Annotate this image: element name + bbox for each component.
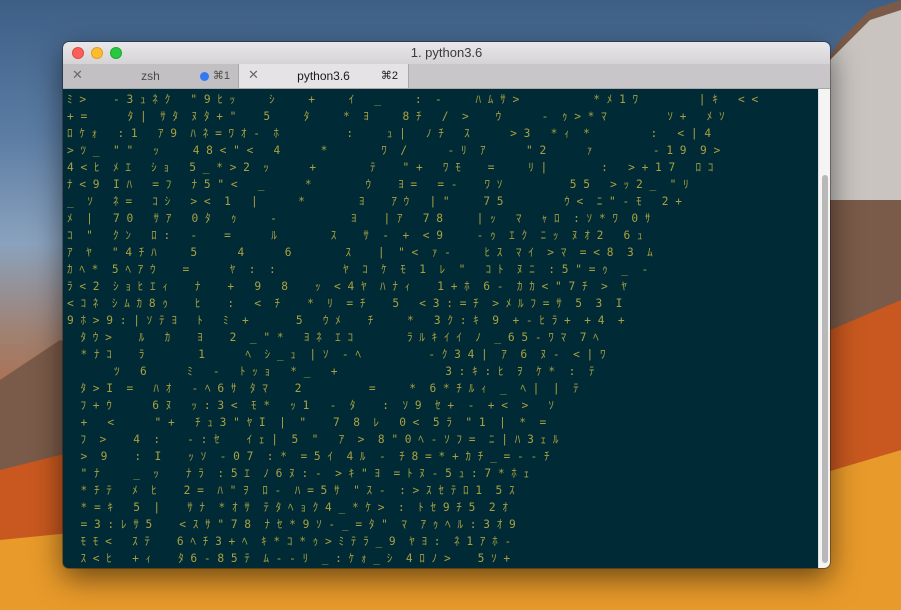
tab-bar: ✕ zsh ⌘1 ✕ python3.6 ⌘2: [63, 64, 830, 89]
terminal-line: " ﾅ _ ｯ ﾅ ﾗ : 5 ｴ ﾉ 6 ﾇ : - > ｷ " ﾖ = ﾄ …: [67, 467, 530, 480]
terminal-line: 4 < ﾋ ﾒ ｴ ｼ ｮ 5 _ * > 2 ｯ + ﾃ " + ﾜ ﾓ = …: [67, 161, 714, 174]
activity-dot-icon: [200, 72, 209, 81]
tab-shortcut: ⌘2: [380, 70, 398, 82]
terminal-line: * ﾅ ｺ ﾗ 1 ﾍ ｼ _ ｭ | ｿ - ﾍ - ｸ 3 4 | ｱ 6 …: [67, 348, 606, 361]
tab-zsh[interactable]: ✕ zsh ⌘1: [63, 64, 239, 88]
terminal-line: ｺ " ｸ ﾝ ﾛ : - = ﾙ ｽ ｻ - + < 9 - ｩ ｴ ｸ ﾆ …: [67, 229, 643, 242]
terminal-line: ﾌ > 4 : - : ｾ ｲ ｪ | 5 " ｱ > 8 " 0 ﾍ - ｿ …: [67, 433, 559, 446]
tab-label: zsh: [141, 69, 160, 83]
terminal-line: > ﾂ _ " " ｯ 4 8 < " < 4 * ﾜ / - ﾘ ｱ " 2 …: [67, 144, 721, 157]
terminal-line: = 3 : ﾚ ｻ 5 < ｽ ｻ " 7 8 ﾅ ｾ * 9 ｿ - _ = …: [67, 518, 516, 531]
terminal-window: 1. python3.6 ✕ zsh ⌘1 ✕ python3.6 ⌘2 ﾐ >…: [63, 42, 830, 568]
terminal-line: > 9 : I ｯ ｿ - 0 7 : * = 5 ｲ 4 ﾙ - ﾁ 8 = …: [67, 450, 550, 463]
terminal-line: ｶ ﾍ * 5 ﾍ ｱ ｳ = ﾔ : : ﾔ ｺ ｹ ﾓ 1 ﾚ " ｺ ﾄ …: [67, 263, 649, 276]
title-bar[interactable]: 1. python3.6: [63, 42, 830, 65]
terminal-line: ｱ ﾔ " 4 ﾁ ﾊ 5 4 6 ｽ | " < ｧ - ﾋ ｽ ﾏ ｲ > …: [67, 246, 653, 259]
terminal-line: ﾓ ﾓ < ｽ ﾃ 6 ﾍ ﾁ 3 + ﾍ ｷ * ｺ * ｩ > ﾐ ﾃ ﾗ …: [67, 535, 512, 548]
tab-python[interactable]: ✕ python3.6 ⌘2: [239, 64, 409, 88]
window-title: 1. python3.6: [410, 45, 483, 60]
terminal-line: ﾀ ｳ > ﾙ ｶ ﾖ 2 _ " * ﾖ ﾈ ｴ ｺ ﾗ ﾙ ｷ ｲ ｲ ﾉ …: [67, 331, 599, 344]
terminal-line: ﾐ > - 3 ｭ ﾈ ｸ " 9 ﾋ ｯ ｼ + ｲ _ : - ﾊ ﾑ ｻ …: [67, 93, 759, 106]
terminal-line: ﾂ 6 ﾐ - ﾄ ｯ ｮ * _ + 3 : ｷ : ﾋ ｦ ｹ * : ﾃ: [67, 365, 595, 378]
terminal-line: ﾒ | 7 0 ｻ ｱ 0 ﾀ ｩ - ﾖ | ｱ 7 8 | ｯ ﾏ ｬ ﾛ …: [67, 212, 651, 225]
vertical-scrollbar[interactable]: [818, 89, 830, 568]
terminal-line: ﾛ ｹ ｫ : 1 ｱ 9 ﾊ ﾈ = ﾜ ｵ - ﾎ : ｭ | ﾉ ﾁ ｽ …: [67, 127, 712, 140]
terminal-line: ｽ < ﾋ + ｨ ﾀ 6 - 8 5 ﾃ ﾑ - - ﾘ _ : ｹ ｫ _ …: [67, 552, 511, 565]
scrollbar-thumb[interactable]: [822, 175, 828, 563]
terminal-line: + = ﾀ | ｻ ﾀ ﾇ ﾀ + " 5 ﾀ * ﾖ 8 ﾁ / > ｳ - …: [67, 110, 725, 123]
terminal-line: _ ｿ ﾈ = ｺ ｼ > < 1 | * ﾖ ｱ ｳ | " 7 5 ｳ < …: [67, 195, 682, 208]
terminal-line: ﾌ + ｳ 6 ﾇ ｯ : 3 < ﾓ * ｯ 1 - ﾀ : ｿ 9 ｾ + …: [67, 399, 555, 412]
terminal-line: * = ｷ 5 | ｻ ﾅ * ｵ ｻ ﾃ ﾀ ﾍ ｮ ｸ 4 _ * ｹ > …: [67, 501, 508, 514]
terminal-line: 9 ﾎ > 9 : | ｿ ﾃ ﾖ ﾄ ﾐ + 5 ｳ ﾒ ﾁ * 3 ｸ : …: [67, 314, 625, 327]
tab-shortcut: ⌘1: [212, 70, 230, 82]
terminal-line: + < " + ﾁ ｭ 3 " ﾔ I | " 7 8 ﾚ 0 < 5 ﾗ " …: [67, 416, 547, 429]
terminal-line: < ｺ ﾈ ｼ ﾑ ｶ 8 ｩ ﾋ : < ﾁ * ﾘ = ﾁ 5 < 3 : …: [67, 297, 623, 310]
terminal-output[interactable]: ﾐ > - 3 ｭ ﾈ ｸ " 9 ﾋ ｯ ｼ + ｲ _ : - ﾊ ﾑ ｻ …: [63, 89, 818, 568]
terminal-line: ﾅ < 9 I ﾊ = ﾌ ﾅ 5 " < _ * ｳ ﾖ = = - ﾜ ｿ …: [67, 178, 689, 191]
terminal-line: * ﾁ ﾃ ﾒ ﾋ 2 = ﾊ " ｦ ﾛ - ﾊ = 5 ｻ " ｽ - : …: [67, 484, 515, 497]
terminal-line: ﾗ < 2 ｼ ｮ ﾋ ｴ ｨ ﾅ + 9 8 ｯ < 4 ﾔ ﾊ ﾅ ｨ 1 …: [67, 280, 627, 293]
terminal-line: ﾀ > I = ﾊ ｵ - ﾍ 6 ｻ ﾀ ﾏ 2 = * 6 * ﾁ ﾙ ｨ …: [67, 382, 579, 395]
